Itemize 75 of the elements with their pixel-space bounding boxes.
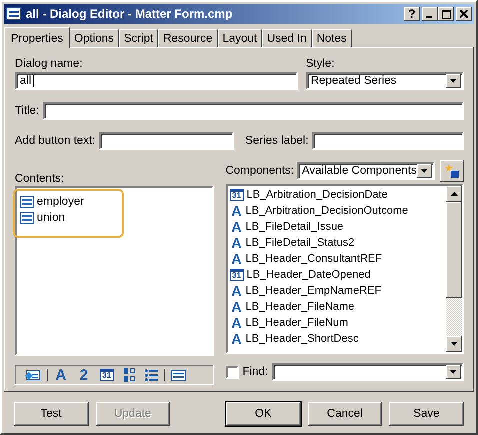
title-field[interactable] — [42, 102, 464, 120]
minimize-button[interactable] — [422, 7, 438, 21]
tab[interactable]: Used In — [262, 29, 312, 47]
series-icon — [6, 7, 22, 21]
grid-icon[interactable] — [124, 368, 136, 382]
tab[interactable]: Layout — [218, 29, 262, 47]
series-icon — [20, 196, 34, 208]
series-label-field[interactable] — [312, 132, 464, 150]
text-icon: A — [230, 220, 244, 234]
dialog-button[interactable]: Cancel — [308, 402, 382, 426]
find-checkbox[interactable] — [226, 366, 239, 378]
field-label: Add button text: — [15, 135, 96, 147]
field-label: Series label: — [246, 135, 309, 147]
dialog-button[interactable]: OK — [226, 402, 301, 426]
new-component-button[interactable] — [440, 160, 464, 182]
list-item[interactable]: LB_Header_ConsultantREF — [246, 253, 382, 265]
dialog-name-field[interactable]: all — [15, 72, 298, 90]
text-control-icon[interactable]: A — [54, 368, 68, 382]
tab[interactable]: Script — [119, 29, 158, 47]
list-item[interactable]: LB_FileDetail_Issue — [246, 221, 344, 233]
text-icon: A — [230, 332, 244, 346]
checkbox-label: Find: — [242, 366, 268, 378]
list-item[interactable]: union — [37, 212, 66, 224]
field-label: Dialog name: — [15, 58, 84, 70]
help-button[interactable]: ? — [404, 7, 420, 21]
find-dropdown[interactable] — [272, 363, 464, 381]
close-button[interactable] — [456, 7, 472, 21]
picture-control-icon[interactable] — [25, 369, 41, 381]
text-icon: A — [230, 316, 244, 330]
maximize-button[interactable] — [438, 7, 454, 21]
list-item[interactable]: LB_Header_ShortDesc — [246, 333, 359, 345]
components-list[interactable] — [226, 184, 464, 354]
series-icon — [20, 212, 34, 224]
field-label: Components: — [226, 165, 294, 177]
text-icon: A — [230, 300, 244, 314]
field-label: Contents: — [15, 173, 66, 185]
calendar-icon: 31 — [230, 269, 244, 281]
text-control-icon[interactable]: 2 — [77, 368, 91, 382]
tab[interactable]: Resource — [158, 29, 218, 47]
tab[interactable]: Notes — [312, 29, 352, 47]
tab[interactable]: Options — [69, 29, 120, 47]
list-item[interactable]: LB_Arbitration_DecisionOutcome — [246, 205, 408, 217]
list-item[interactable]: LB_Header_DateOpened — [246, 269, 371, 281]
date-control-icon[interactable]: 31 — [100, 369, 114, 381]
dialog-button[interactable]: Save — [389, 402, 464, 426]
text-icon: A — [230, 284, 244, 298]
dialog-button[interactable]: Test — [14, 402, 89, 426]
list-item[interactable]: LB_FileDetail_Status2 — [246, 237, 355, 249]
maximize-icon — [442, 10, 450, 18]
calendar-icon: 31 — [230, 189, 244, 201]
scroll-up-button[interactable] — [446, 186, 462, 202]
close-icon — [460, 10, 468, 18]
down-arrow-icon — [450, 342, 458, 346]
contents-list[interactable]: employer union — [15, 186, 214, 356]
add-button-text-field[interactable] — [98, 132, 234, 150]
scroll-thumb[interactable] — [446, 202, 462, 298]
scroll-down-button[interactable] — [446, 336, 462, 352]
field-label: Style: — [306, 58, 336, 70]
field-label: Title: — [15, 105, 40, 117]
list-item[interactable]: LB_Header_FileNum — [246, 317, 348, 329]
text-icon: A — [230, 252, 244, 266]
bulleted-list-icon[interactable] — [145, 368, 158, 382]
components-dropdown[interactable]: Available Components — [297, 162, 435, 180]
text-icon: A — [230, 236, 244, 250]
list-item[interactable]: LB_Arbitration_DecisionDate — [246, 189, 388, 201]
series-icon[interactable] — [171, 370, 186, 380]
up-arrow-icon — [450, 192, 458, 196]
list-item[interactable]: LB_Header_FileName — [246, 301, 355, 313]
style-dropdown[interactable]: Repeated Series — [306, 72, 464, 90]
tab[interactable]: Properties — [4, 27, 70, 48]
text-icon: A — [230, 204, 244, 218]
scrollbar[interactable] — [446, 186, 462, 352]
window-title: all - Dialog Editor - Matter Form.cmp — [26, 7, 234, 21]
list-item[interactable]: employer — [37, 196, 84, 208]
list-item[interactable]: LB_Header_EmpNameREF — [246, 285, 382, 297]
